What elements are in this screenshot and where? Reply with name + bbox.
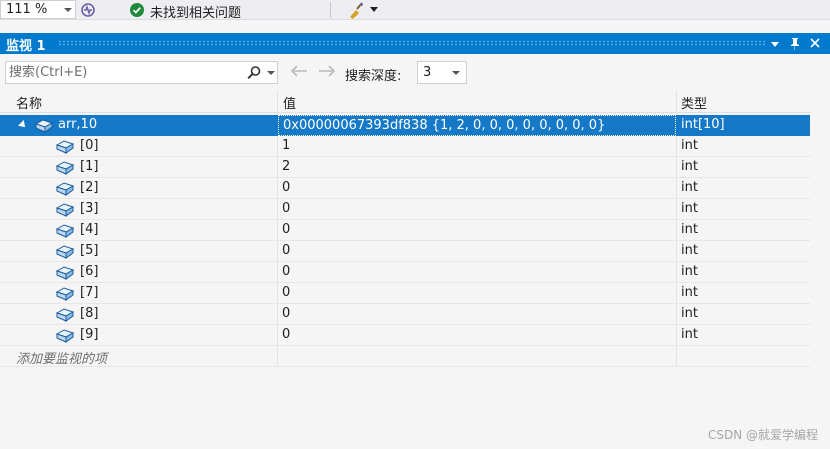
watch-row-root[interactable]: arr,10 0x00000067393df838 {1, 2, 0, 0, 0… — [0, 115, 810, 136]
check-circle-icon — [130, 3, 144, 17]
watch-value[interactable]: 0 — [282, 243, 290, 258]
search-box[interactable] — [5, 61, 278, 84]
field-object-icon — [55, 329, 75, 343]
watch-row[interactable]: [7] 0 int — [0, 283, 810, 304]
watch-value[interactable]: 0 — [282, 222, 290, 237]
watch-type: int — [681, 201, 698, 216]
add-watch-placeholder: 添加要监视的项 — [16, 352, 108, 367]
code-cleanup-icon[interactable] — [347, 1, 365, 19]
watch-row[interactable]: [6] 0 int — [0, 262, 810, 283]
watch-type: int — [681, 138, 698, 153]
watch-value[interactable]: 1 — [282, 138, 290, 153]
watch-type: int — [681, 264, 698, 279]
toolbar-divider — [330, 2, 331, 18]
watch-name: [7] — [80, 285, 99, 300]
vertical-scrollbar[interactable] — [810, 90, 830, 449]
field-object-icon — [55, 140, 75, 154]
watch-type: int — [681, 222, 698, 237]
column-header-name[interactable]: 名称 — [16, 93, 42, 112]
watch-type: int — [681, 327, 698, 342]
search-icon[interactable] — [246, 65, 262, 81]
column-header-value[interactable]: 值 — [283, 93, 296, 112]
watch-type: int — [681, 285, 698, 300]
variable-object-icon — [34, 119, 54, 133]
watch-name: [0] — [80, 138, 99, 153]
watch-type: int — [681, 243, 698, 258]
watch-row[interactable]: [3] 0 int — [0, 199, 810, 220]
watch-name: [5] — [80, 243, 99, 258]
watermark: CSDN @就爱学编程 — [707, 428, 818, 442]
watch-name: arr,10 — [58, 117, 98, 132]
add-watch-row[interactable]: 添加要监视的项 — [0, 346, 810, 367]
watch-grid: 名称 值 类型 arr,10 0x00000067393df838 {1, 2,… — [0, 90, 830, 449]
watch-name: [3] — [80, 201, 99, 216]
watch-value[interactable]: 2 — [282, 159, 290, 174]
forward-arrow-icon[interactable] — [317, 63, 337, 79]
search-input[interactable] — [9, 64, 234, 81]
field-object-icon — [55, 203, 75, 217]
watch-window-titlebar: 监视 1 — [0, 33, 830, 54]
health-check-icon[interactable] — [79, 1, 97, 19]
watch-type: int[10] — [681, 117, 725, 132]
watch-value: 0x00000067393df838 {1, 2, 0, 0, 0, 0, 0,… — [283, 118, 606, 133]
search-depth-value: 3 — [423, 65, 432, 80]
watch-row[interactable]: [8] 0 int — [0, 304, 810, 325]
watch-value[interactable]: 0 — [282, 264, 290, 279]
chevron-down-icon — [452, 71, 460, 75]
grid-header: 名称 值 类型 — [0, 90, 810, 113]
chevron-down-icon — [64, 8, 72, 12]
field-object-icon — [55, 308, 75, 322]
collapse-triangle-icon[interactable] — [18, 120, 28, 130]
field-object-icon — [55, 224, 75, 238]
window-title: 监视 1 — [6, 39, 46, 54]
search-depth-label: 搜索深度: — [345, 69, 402, 84]
titlebar-grip[interactable] — [58, 40, 766, 46]
watch-row[interactable]: [2] 0 int — [0, 178, 810, 199]
watch-type: int — [681, 180, 698, 195]
issues-status: 未找到相关问题 — [150, 6, 242, 21]
zoom-value: 111 % — [6, 2, 48, 17]
watch-type: int — [681, 306, 698, 321]
watch-name: [4] — [80, 222, 99, 237]
close-icon[interactable] — [808, 36, 822, 51]
watch-row[interactable]: [0] 1 int — [0, 136, 810, 157]
watch-search-row: 搜索深度: 3 — [0, 54, 830, 90]
watch-row[interactable]: [4] 0 int — [0, 220, 810, 241]
watch-row[interactable]: [9] 0 int — [0, 325, 810, 346]
search-depth-select[interactable]: 3 — [417, 61, 467, 84]
field-object-icon — [55, 287, 75, 301]
watch-name: [9] — [80, 327, 99, 342]
watch-value[interactable]: 0 — [282, 327, 290, 342]
watch-value[interactable]: 0 — [282, 306, 290, 321]
back-arrow-icon[interactable] — [289, 63, 309, 79]
column-header-type[interactable]: 类型 — [681, 93, 707, 112]
watch-name: [1] — [80, 159, 99, 174]
watch-row[interactable]: [5] 0 int — [0, 241, 810, 262]
field-object-icon — [55, 245, 75, 259]
watch-type: int — [681, 159, 698, 174]
watch-value-cell[interactable]: 0x00000067393df838 {1, 2, 0, 0, 0, 0, 0,… — [278, 115, 676, 136]
pin-icon[interactable] — [788, 36, 802, 51]
field-object-icon — [55, 266, 75, 280]
zoom-dropdown[interactable]: 111 % — [0, 0, 76, 19]
watch-name: [2] — [80, 180, 99, 195]
watch-value[interactable]: 0 — [282, 180, 290, 195]
watch-name: [6] — [80, 264, 99, 279]
top-toolbar: 111 % 未找到相关问题 — [0, 0, 830, 21]
watch-name: [8] — [80, 306, 99, 321]
window-menu-icon[interactable] — [768, 36, 782, 51]
watch-value[interactable]: 0 — [282, 201, 290, 216]
watch-value[interactable]: 0 — [282, 285, 290, 300]
watch-row[interactable]: [1] 2 int — [0, 157, 810, 178]
field-object-icon — [55, 182, 75, 196]
field-object-icon — [55, 161, 75, 175]
chevron-down-icon[interactable] — [267, 71, 275, 75]
chevron-down-icon[interactable] — [370, 7, 378, 12]
